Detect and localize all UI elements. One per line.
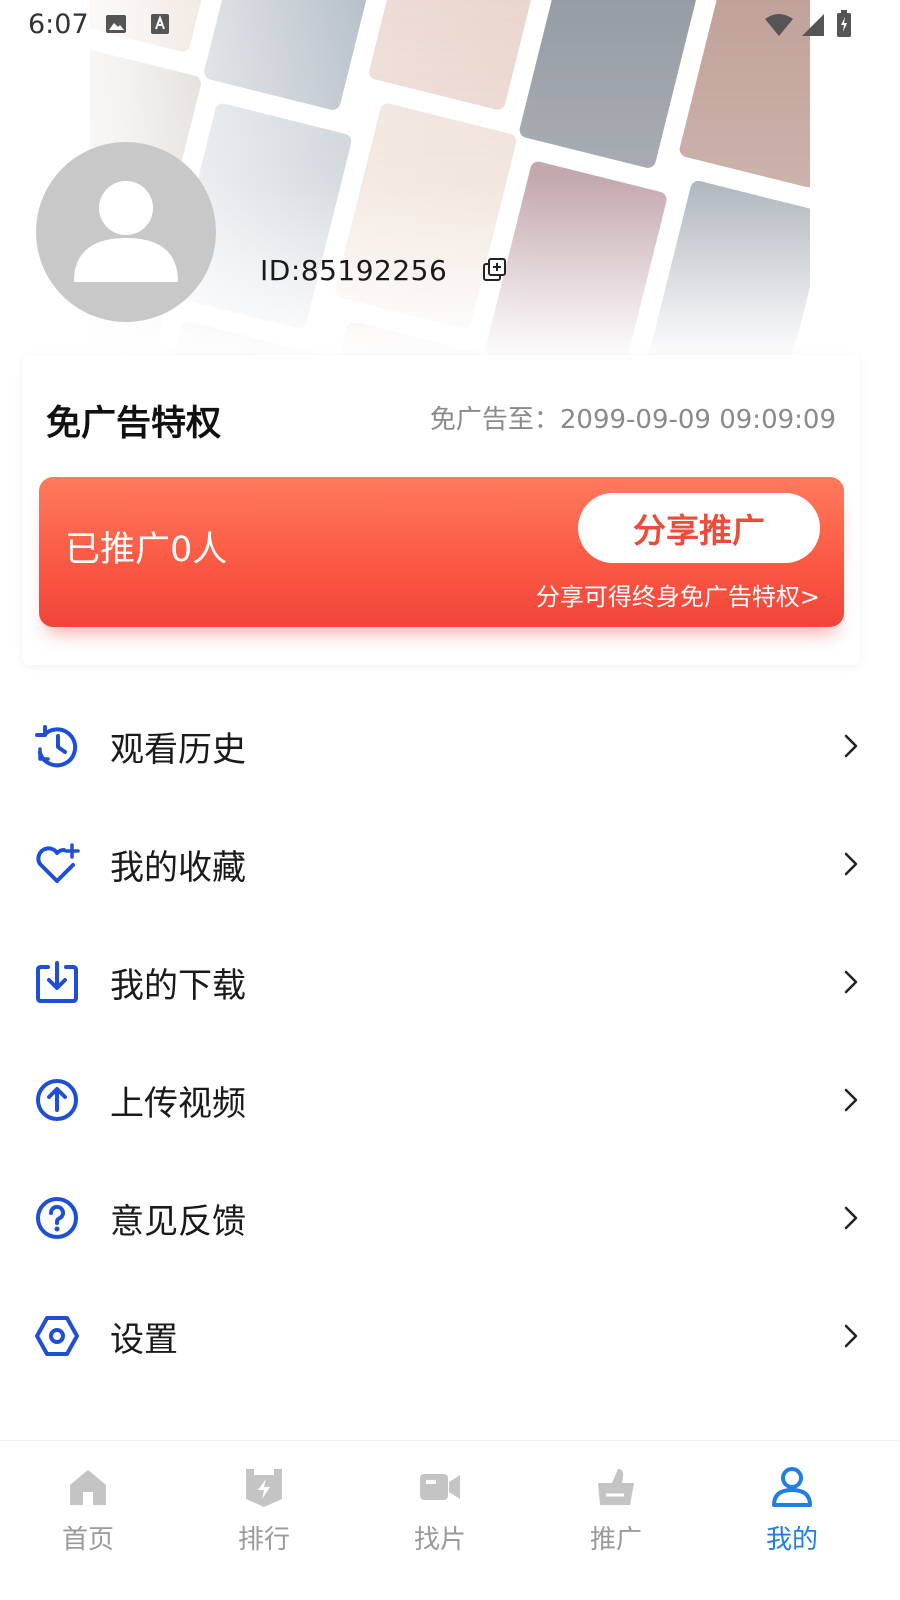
menu-label: 我的收藏 [110,847,246,888]
ad-free-card: 免广告特权 免广告至：2099-09-09 09:09:09 已推广0人 分享推… [22,355,860,665]
default-user-avatar-icon [74,181,178,282]
menu-item-favorites[interactable]: 我的收藏 [0,814,900,914]
menu-label: 我的下载 [110,965,246,1006]
user-icon [772,1467,812,1507]
chevron-right-icon [844,1206,858,1230]
nav-label: 排行 [237,1525,290,1555]
menu-label: 上传视频 [110,1083,246,1124]
chevron-right-icon [844,734,858,758]
ad-free-title: 免广告特权 [46,404,222,444]
share-hint-link[interactable]: 分享可得终身免广告特权> [536,577,820,612]
menu-item-upload-video[interactable]: 上传视频 [0,1050,900,1150]
user-id: ID:85192256 [260,253,448,287]
nav-item-home[interactable]: 首页 [0,1441,176,1600]
avatar[interactable] [36,142,216,322]
promotion-banner: 已推广0人 分享推广 分享可得终身免广告特权> [39,477,844,627]
home-icon [70,1470,106,1505]
nav-item-mine[interactable]: 我的 [704,1441,880,1600]
menu-label: 观看历史 [110,729,246,770]
chevron-right-icon [844,1324,858,1348]
wifi-icon [765,14,793,36]
nav-label: 首页 [61,1525,114,1555]
question-icon [36,1197,78,1239]
menu-item-settings[interactable]: 设置 [0,1286,900,1386]
ad-free-expire: 免广告至：2099-09-09 09:09:09 [429,405,836,435]
share-promote-button[interactable]: 分享推广 [578,493,820,563]
chevron-right-icon [844,852,858,876]
promoted-count: 已推广0人 [65,530,228,570]
chevron-right-icon [844,970,858,994]
profile-header: 6:07 ID:85192256 [0,0,900,380]
signal-icon [802,14,824,36]
status-time: 6:07 [28,9,89,40]
thumbs-up-icon [598,1469,634,1505]
heart-plus-icon [36,843,80,883]
upload-icon [36,1079,78,1121]
download-icon [36,961,78,1003]
user-id-row: ID:85192256 [260,250,507,290]
nav-item-find-video[interactable]: 找片 [352,1441,528,1600]
nav-label: 找片 [413,1525,466,1555]
history-icon [35,725,78,768]
text-a-icon [151,14,169,34]
nav-item-ranking[interactable]: 排行 [176,1441,352,1600]
copy-icon[interactable] [481,257,507,283]
menu-label: 意见反馈 [110,1201,246,1242]
video-camera-icon [420,1474,460,1500]
chevron-right-icon [844,1088,858,1112]
status-bar: 6:07 [0,0,900,50]
nav-label: 推广 [589,1525,642,1555]
ranking-icon [246,1469,282,1507]
nav-label: 我的 [765,1525,818,1555]
image-icon [106,15,126,33]
nav-item-promote[interactable]: 推广 [528,1441,704,1600]
menu-item-downloads[interactable]: 我的下载 [0,932,900,1032]
menu-item-watch-history[interactable]: 观看历史 [0,696,900,796]
bottom-nav: 首页 排行 找片 推广 我的 [0,1440,900,1600]
settings-hex-icon [35,1316,79,1356]
menu-item-feedback[interactable]: 意见反馈 [0,1168,900,1268]
battery-charging-icon [837,10,851,37]
menu-label: 设置 [110,1319,178,1360]
